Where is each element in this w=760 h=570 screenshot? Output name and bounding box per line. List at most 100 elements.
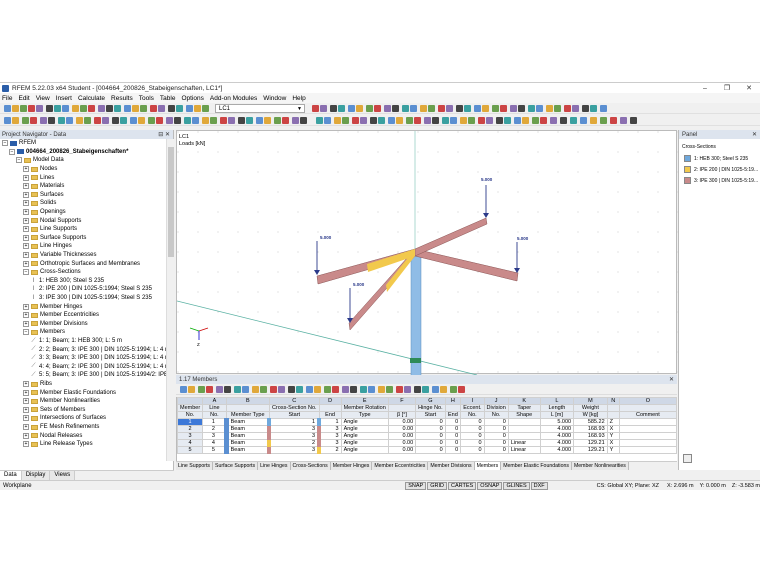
expand-toggle-icon[interactable]: + [23,183,29,190]
tree-item[interactable]: + Intersections of Surfaces [23,414,106,423]
table-cell[interactable]: 0 [444,439,462,447]
expand-toggle-icon[interactable]: + [23,209,29,216]
pin-close-icon[interactable]: ⊟ ✕ [158,131,170,138]
table-cell[interactable]: Angle [340,446,389,454]
expand-toggle-icon[interactable]: + [23,415,29,422]
table-cell[interactable] [618,432,678,440]
glines-button[interactable]: GLINES [503,481,530,490]
table-cell[interactable]: 0 [444,432,462,440]
toolbar-icon[interactable] [550,117,557,124]
toolbar-icon[interactable] [486,117,493,124]
tree-item[interactable]: + Line Hinges [23,242,72,251]
tree-item[interactable]: ⟋ 2: 2; Beam; 3: IPE 300 | DIN 1025-5:199… [30,345,166,354]
toolbar-icon[interactable] [368,386,375,393]
toolbar-icon[interactable] [514,117,521,124]
tree-item[interactable]: + Ribs [23,380,52,389]
tree-item[interactable]: + Solids [23,199,56,208]
tree-item[interactable]: + Member Divisions [23,320,88,329]
table-cell[interactable]: 168.93 [573,425,608,433]
table-cell[interactable]: 5.000 [539,418,575,426]
toolbar-icon[interactable] [522,117,529,124]
toolbar-icon[interactable] [80,105,87,112]
table-cell[interactable]: 5 [176,446,204,454]
tree-item[interactable]: + FE Mesh Refinements [23,423,99,432]
table-close-icon[interactable]: ✕ [669,376,674,383]
toolbar-icon[interactable] [324,386,331,393]
toolbar-icon[interactable] [174,117,181,124]
table-cell[interactable]: 0.00 [387,425,417,433]
toolbar-icon[interactable] [112,117,119,124]
table-cell[interactable]: 0 [460,418,485,426]
table-cell[interactable]: 0 [460,439,485,447]
expand-toggle-icon[interactable]: + [23,406,29,413]
table-cell[interactable]: 2 [267,439,320,447]
expand-toggle-icon[interactable]: − [23,269,29,276]
toolbar-icon[interactable] [428,105,435,112]
toolbar-icon[interactable] [360,117,367,124]
tree-item[interactable]: + Surface Supports [23,234,86,243]
expand-toggle-icon[interactable]: + [23,312,29,319]
sheet-tab[interactable]: Line Hinges [258,462,291,470]
expand-toggle-icon[interactable]: − [23,329,29,336]
toolbar-icon[interactable] [202,105,209,112]
menu-tools[interactable]: Tools [139,95,154,102]
menu-results[interactable]: Results [111,95,133,102]
expand-toggle-icon[interactable]: − [9,148,15,155]
table-cell[interactable]: 1 [317,418,342,426]
toolbar-icon[interactable] [442,117,449,124]
toolbar-icon[interactable] [352,117,359,124]
table-cell[interactable]: Beam [223,418,270,426]
toolbar-icon[interactable] [300,117,307,124]
nodal-support[interactable] [410,358,421,363]
tree-item[interactable]: − Cross-Sections [23,268,81,277]
toolbar-icon[interactable] [404,386,411,393]
toolbar-icon[interactable] [12,117,19,124]
toolbar-icon[interactable] [420,105,427,112]
toolbar-icon[interactable] [600,117,607,124]
toolbar-icon[interactable] [438,105,445,112]
toolbar-icon[interactable] [158,105,165,112]
toolbar-icon[interactable] [492,105,499,112]
toolbar-icon[interactable] [500,105,507,112]
tree-item[interactable]: ⟋ 5: 5; Beam; 3: IPE 300 | DIN 1025-5:199… [30,371,166,380]
table-cell[interactable]: 0 [415,439,446,447]
toolbar-icon[interactable] [446,105,453,112]
table-cell[interactable]: Angle [340,425,389,433]
table-cell[interactable]: 3 [267,425,320,433]
sheet-tab[interactable]: Cross-Sections [290,462,331,470]
toolbar-icon[interactable] [130,117,137,124]
menu-insert[interactable]: Insert [56,95,72,102]
toolbar-icon[interactable] [482,105,489,112]
tree-item[interactable]: + Nodal Supports [23,216,81,225]
grid-button[interactable]: GRID [427,481,447,490]
table-row[interactable]: 3 3 Beam 3 3 Angle 0.00 0 0 0 0 4.000 168.93 Y [176,432,678,440]
tree-item[interactable]: + Member Hinges [23,302,82,311]
toolbar-icon[interactable] [536,105,543,112]
toolbar-icon[interactable] [224,386,231,393]
toolbar-icon[interactable] [518,105,525,112]
toolbar-icon[interactable] [406,117,413,124]
toolbar-icon[interactable] [84,117,91,124]
toolbar-icon[interactable] [384,105,391,112]
toolbar-icon[interactable] [334,117,341,124]
table-cell[interactable]: 5 [202,446,227,454]
toolbar-icon[interactable] [564,105,571,112]
toolbar-icon[interactable] [396,117,403,124]
table-cell[interactable]: 0.00 [387,439,417,447]
table-cell[interactable]: 1 [176,418,204,426]
minimize-icon[interactable]: – [694,85,716,92]
tree-item[interactable]: + Nodal Releases [23,431,82,440]
sheet-tab[interactable]: Member Eccentricities [372,462,429,470]
toolbar-icon[interactable] [62,105,69,112]
toolbar-icon[interactable] [114,105,121,112]
toolbar-icon[interactable] [396,386,403,393]
toolbar-icon[interactable] [40,117,47,124]
toolbar-icon[interactable] [504,117,511,124]
sheet-tab[interactable]: Member Elastic Foundations [501,462,572,470]
toolbar-icon[interactable] [168,105,175,112]
toolbar-icon[interactable] [532,117,539,124]
toolbar-icon[interactable] [356,105,363,112]
table-cell[interactable]: Y [606,446,620,454]
toolbar-icon[interactable] [392,105,399,112]
toolbar-icon[interactable] [580,117,587,124]
